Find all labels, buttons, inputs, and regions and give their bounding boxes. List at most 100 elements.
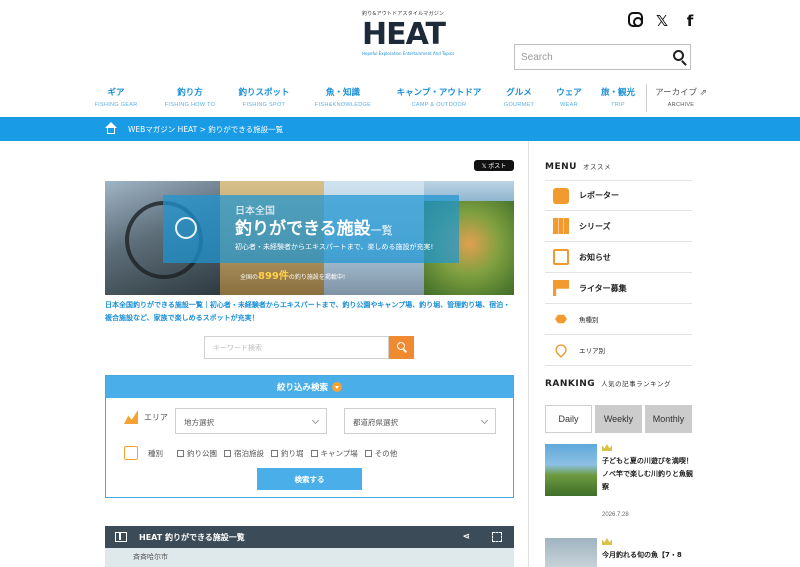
- crown-icon: [602, 538, 612, 545]
- checkbox-label: その他: [374, 448, 398, 458]
- sidebar-item-by-fish[interactable]: 魚種別: [545, 304, 692, 335]
- ranking-article-title[interactable]: 今月釣れる旬の魚【7・8: [602, 549, 694, 562]
- prefecture-select[interactable]: 都道府県選択: [344, 408, 496, 434]
- area-label: エリア: [144, 412, 168, 422]
- filter-submit-button[interactable]: 検索する: [257, 468, 362, 490]
- prefecture-select-value: 都道府県選択: [353, 418, 398, 427]
- menu-heading: MENU オススメ: [545, 161, 611, 172]
- checkbox-lodging[interactable]: 宿泊施設: [224, 448, 264, 459]
- checkbox-fishing-park[interactable]: 釣り公園: [177, 448, 217, 459]
- map-header: HEAT 釣りができる施設一覧 ⋖: [105, 526, 514, 548]
- area-icon: [124, 410, 138, 424]
- map-city-label: 斉斉哈尔市: [133, 553, 168, 561]
- nav-label: 釣り方: [177, 88, 203, 98]
- hero-count-value: 899件: [258, 271, 289, 282]
- x-icon[interactable]: 𝕏: [653, 12, 671, 30]
- fish-icon: [555, 314, 567, 324]
- checkbox[interactable]: [364, 449, 372, 457]
- keyword-search-button[interactable]: [389, 336, 414, 359]
- region-select[interactable]: 地方選択: [175, 408, 327, 434]
- tab-daily[interactable]: Daily: [545, 405, 592, 433]
- hero-title: 釣りができる施設一覧: [235, 214, 393, 239]
- checkbox-fishing-pond[interactable]: 釣り堀: [271, 448, 304, 459]
- search-input[interactable]: [515, 45, 665, 69]
- sidebar-item-by-area[interactable]: エリア別: [545, 335, 692, 366]
- chevron-down-icon[interactable]: [332, 382, 342, 392]
- nav-item-spot[interactable]: 釣りスポット FISHING SPOT: [236, 86, 292, 108]
- nav-sublabel: CAMP & OUTDOOR: [411, 102, 467, 108]
- breadcrumb: WEBマガジン HEAT > 釣りができる施設一覧: [0, 117, 800, 141]
- home-icon[interactable]: [105, 122, 117, 134]
- ranking-item[interactable]: 子どもと夏の川遊びを満喫！ノベ竿で楽しむ川釣りと魚観察 2026.7.28: [545, 444, 694, 524]
- area-row: エリア: [124, 410, 168, 424]
- nav-label: 釣りスポット: [238, 88, 290, 98]
- ranking-item[interactable]: 今月釣れる旬の魚【7・8: [545, 538, 692, 567]
- chevron-down-icon: [480, 416, 489, 425]
- search-icon[interactable]: [673, 50, 684, 61]
- nav-item-archive[interactable]: アーカイブ ⇗ ARCHIVE: [654, 86, 708, 108]
- nav-label: アーカイブ ⇗: [655, 88, 707, 98]
- checkbox[interactable]: [177, 449, 184, 457]
- tab-weekly[interactable]: Weekly: [595, 405, 642, 433]
- filter-panel: 絞り込み検索 エリア 地方選択 都道府県選択 種別 釣り公園 宿泊施設 釣り堀 …: [105, 375, 514, 498]
- checkbox-campground[interactable]: キャンプ場: [310, 448, 358, 459]
- checkbox[interactable]: [310, 449, 318, 457]
- nav-label: キャンプ・アウトドア: [396, 88, 482, 98]
- checkbox-label: 釣り公園: [187, 448, 217, 458]
- nav-divider: [646, 84, 647, 112]
- nav-sublabel: ARCHIVE: [667, 102, 695, 108]
- nav-item-knowledge[interactable]: 魚・知識 FISH&KNOWLEDGE: [308, 86, 378, 108]
- site-logo[interactable]: 釣り&アウトドアスタイルマガジン HEAT Hopeful Exploratio…: [362, 10, 454, 56]
- checkbox[interactable]: [271, 449, 278, 457]
- site-search: [514, 44, 691, 70]
- crown-icon: [602, 444, 612, 451]
- ranking-thumbnail[interactable]: [545, 538, 597, 567]
- sidebar-item-reporter[interactable]: レポーター: [545, 180, 692, 211]
- checkbox-other[interactable]: その他: [364, 448, 398, 459]
- x-post-button[interactable]: 𝕏 ポスト: [474, 160, 514, 171]
- nav-item-trip[interactable]: 旅・観光 TRIP: [598, 86, 638, 108]
- checkbox-label: キャンプ場: [320, 448, 358, 458]
- sidebar-menu: レポーター シリーズ お知らせ ライター募集 魚種別 エリア別: [545, 180, 692, 366]
- nav-item-gear[interactable]: ギア FISHING GEAR: [88, 86, 144, 108]
- sidebar-divider: [528, 141, 529, 567]
- nav-item-wear[interactable]: ウェア WEAR: [554, 86, 584, 108]
- nav-sublabel: GOURMET: [503, 102, 535, 108]
- type-row: 種別 釣り公園 宿泊施設 釣り堀 キャンプ場 その他: [124, 446, 404, 460]
- sidebar-item-label: シリーズ: [579, 221, 611, 231]
- sidebar-panel-icon[interactable]: [115, 532, 127, 542]
- map-embed: HEAT 釣りができる施設一覧 ⋖ 斉斉哈尔市: [105, 526, 514, 567]
- instagram-icon[interactable]: [628, 12, 643, 27]
- facility-type-icon: [124, 446, 138, 460]
- ranking-thumbnail[interactable]: [545, 444, 597, 496]
- hero-banner: 日本全国 釣りができる施設一覧 初心者・未経験者からエキスパートまで、楽しめる施…: [105, 181, 514, 295]
- chevron-down-icon: [311, 416, 320, 425]
- sidebar-item-writer-recruit[interactable]: ライター募集: [545, 273, 692, 304]
- tab-monthly[interactable]: Monthly: [645, 405, 692, 433]
- nav-sublabel: FISH&KNOWLEDGE: [314, 102, 372, 108]
- filter-header[interactable]: 絞り込み検索: [106, 376, 513, 398]
- sidebar-item-label: レポーター: [579, 191, 619, 200]
- menu-title: MENU: [545, 162, 577, 172]
- hero-count: 全国の899件の釣り施設を掲載中!: [240, 267, 345, 282]
- hero-count-prefix: 全国の: [240, 274, 259, 281]
- nav-sublabel: TRIP: [611, 102, 625, 108]
- fullscreen-icon[interactable]: [492, 532, 502, 542]
- facebook-icon[interactable]: f: [681, 12, 699, 30]
- news-icon: [553, 249, 569, 265]
- sidebar-item-series[interactable]: シリーズ: [545, 211, 692, 242]
- nav-item-howto[interactable]: 釣り方 FISHING HOW TO: [158, 86, 222, 108]
- nav-sublabel: FISHING HOW TO: [164, 102, 216, 108]
- nav-item-gourmet[interactable]: グルメ GOURMET: [498, 86, 540, 108]
- breadcrumb-text[interactable]: WEBマガジン HEAT > 釣りができる施設一覧: [128, 124, 283, 135]
- checkbox[interactable]: [224, 449, 231, 457]
- nav-item-camp[interactable]: キャンプ・アウトドア CAMP & OUTDOOR: [396, 86, 482, 108]
- keyword-search-input[interactable]: [204, 336, 389, 359]
- sidebar-item-news[interactable]: お知らせ: [545, 242, 692, 273]
- ranking-article-title[interactable]: 子どもと夏の川遊びを満喫！ノベ竿で楽しむ川釣りと魚観察: [602, 455, 694, 494]
- map-canvas[interactable]: 斉斉哈尔市: [105, 548, 514, 567]
- sidebar-item-label: 魚種別: [579, 316, 599, 324]
- share-icon[interactable]: ⋖: [462, 532, 470, 542]
- flag-icon: [553, 280, 569, 296]
- keyword-search: [204, 336, 414, 359]
